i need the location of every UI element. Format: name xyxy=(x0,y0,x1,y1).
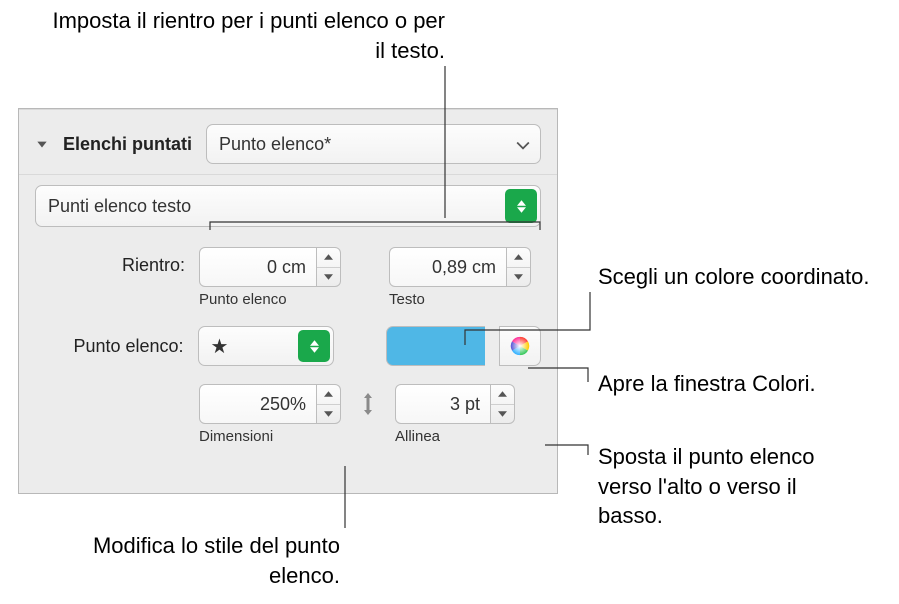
step-up-button[interactable] xyxy=(507,248,530,267)
align-input[interactable] xyxy=(395,384,491,424)
indent-label: Rientro: xyxy=(35,247,185,276)
callout-indent: Imposta il rientro per i punti elenco o … xyxy=(50,6,445,65)
bullet-character-row: Punto elenco: ★ xyxy=(35,326,541,366)
size-stepper[interactable] xyxy=(199,384,341,424)
step-up-button[interactable] xyxy=(317,385,340,404)
bullet-type-popup[interactable]: Punti elenco testo xyxy=(35,185,541,227)
indent-row: Rientro: Punto elenco xyxy=(35,247,541,308)
color-wheel-button[interactable] xyxy=(499,326,541,366)
step-down-button[interactable] xyxy=(491,404,514,424)
bullet-label: Punto elenco: xyxy=(35,336,184,357)
text-indent-stepper[interactable] xyxy=(389,247,531,287)
callout-size: Modifica lo stile del punto elenco. xyxy=(60,531,340,590)
stepper-arrows[interactable] xyxy=(507,247,531,287)
size-input[interactable] xyxy=(199,384,317,424)
color-swatch[interactable] xyxy=(386,326,485,366)
section-header: Elenchi puntati Punto elenco* xyxy=(19,109,557,175)
star-icon: ★ xyxy=(211,334,229,359)
callout-color-wheel: Apre la finestra Colori. xyxy=(598,369,898,399)
step-down-button[interactable] xyxy=(317,267,340,287)
step-down-button[interactable] xyxy=(317,404,340,424)
bullet-type-value: Punti elenco testo xyxy=(48,196,191,217)
size-align-row: Dimensioni xyxy=(35,384,541,445)
step-down-button[interactable] xyxy=(507,267,530,287)
step-up-button[interactable] xyxy=(317,248,340,267)
text-indent-caption: Testo xyxy=(389,291,425,308)
stepper-arrows[interactable] xyxy=(317,247,341,287)
stepper-arrows[interactable] xyxy=(317,384,341,424)
disclosure-triangle[interactable] xyxy=(35,137,49,151)
chevron-down-icon xyxy=(516,137,530,151)
align-stepper[interactable] xyxy=(395,384,515,424)
bullets-panel: Elenchi puntati Punto elenco* Punti elen… xyxy=(18,108,558,494)
bullet-indent-input[interactable] xyxy=(199,247,317,287)
stepper-arrows[interactable] xyxy=(491,384,515,424)
list-style-value: Punto elenco* xyxy=(219,134,331,155)
popup-stepper-icon xyxy=(505,189,537,223)
callout-align: Sposta il punto elenco verso l'alto o ve… xyxy=(598,442,858,531)
list-style-popup[interactable]: Punto elenco* xyxy=(206,124,541,164)
section-title: Elenchi puntati xyxy=(63,134,192,155)
color-wheel-icon xyxy=(509,335,531,357)
text-indent-input[interactable] xyxy=(389,247,507,287)
bullet-indent-caption: Punto elenco xyxy=(199,291,287,308)
bullet-glyph-popup[interactable]: ★ xyxy=(198,326,335,366)
baseline-align-icon xyxy=(357,384,379,424)
step-up-button[interactable] xyxy=(491,385,514,404)
bullet-indent-stepper[interactable] xyxy=(199,247,341,287)
size-caption: Dimensioni xyxy=(199,428,273,445)
callout-color-swatch: Scegli un colore coordinato. xyxy=(598,262,878,292)
popup-stepper-icon xyxy=(298,330,330,362)
align-caption: Allinea xyxy=(395,428,440,445)
